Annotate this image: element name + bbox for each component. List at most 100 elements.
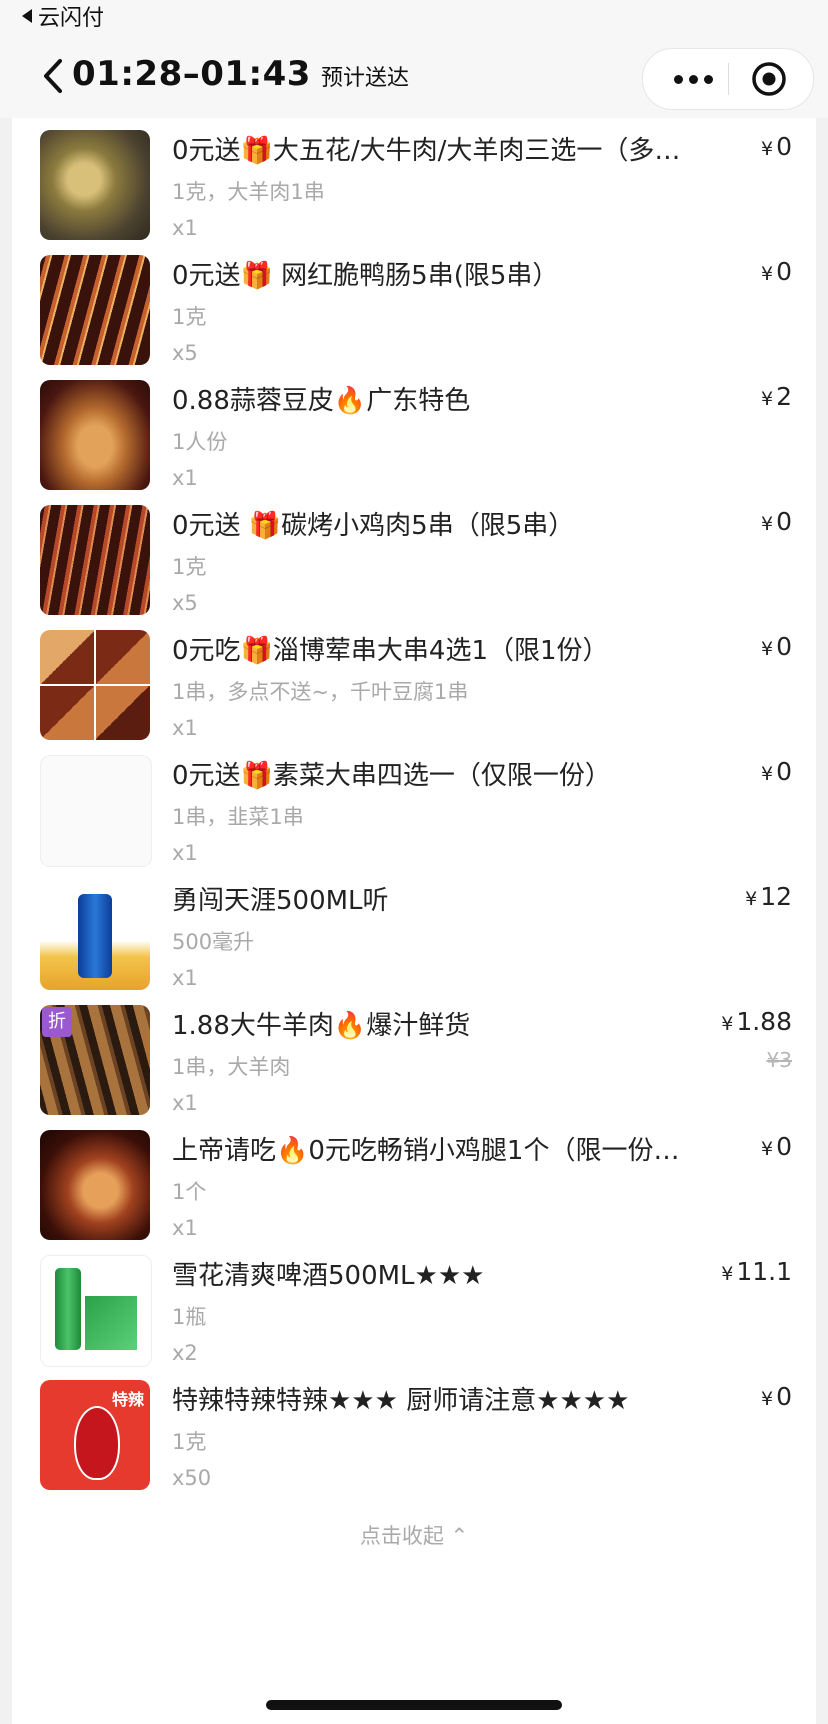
item-spec: 1人份 [172,430,228,454]
item-price: ¥0 [761,632,792,661]
item-spec: 500毫升 [172,930,255,954]
item-title: 特辣特辣特辣★★★ 厨师请注意★★★★ [172,1386,630,1416]
delivery-subtitle: 预计送达 [320,66,409,91]
yen-symbol: ¥ [721,1263,734,1285]
list-item: 0元送🎁素菜大串四选一（仅限一份） 1串，韭菜1串 x1 ¥0 [12,743,816,881]
item-quantity: x1 [172,1091,198,1115]
yen-symbol: ¥ [761,388,774,410]
item-title: 1.88大牛羊肉🔥爆汁鲜货 [172,1011,471,1041]
delivery-time-range: 01:28–01:43 [72,54,311,94]
beer-box-icon [85,1296,137,1350]
item-price: ¥11.1 [721,1257,792,1286]
item-spec: 1克 [172,305,207,329]
item-quantity: x1 [172,1216,198,1240]
more-icon[interactable] [665,68,721,90]
discount-badge: 折 [42,1007,72,1037]
item-quantity: x50 [172,1466,212,1490]
skewer-collage-image [40,630,150,740]
item-spec: 1克，大羊肉1串 [172,180,325,204]
chili-mascot-image: 特辣 [40,1380,150,1490]
close-target-icon[interactable] [751,61,787,97]
list-item: 0元送🎁 网红脆鸭肠5串(限5串） 1克 x5 ¥0 [12,243,816,381]
item-quantity: x5 [172,591,198,615]
item-quantity: x1 [172,466,198,490]
item-spec: 1串，韭菜1串 [172,805,304,829]
item-price-value: 2 [776,382,792,411]
collapse-button[interactable]: 点击收起 ⌃ [12,1520,816,1550]
blank-image [40,755,152,867]
yen-symbol: ¥ [761,1138,774,1160]
item-title: 勇闯天涯500ML听 [172,886,389,916]
item-price-value: 0 [776,632,792,661]
item-title: 雪花清爽啤酒500ML★★★ [172,1261,485,1291]
skewers-image [40,255,150,365]
chicken-leg-image [40,1130,150,1240]
item-price-value: 0 [776,132,792,161]
fried-meat-image [40,130,150,240]
list-item: 0元吃🎁淄博荤串大串4选1（限1份） 1串，多点不送~，千叶豆腐1串 x1 ¥0 [12,618,816,756]
yen-symbol: ¥ [761,263,774,285]
item-spec: 1串，大羊肉 [172,1055,291,1079]
item-price-value: 12 [760,882,792,911]
item-spec: 1瓶 [172,1305,207,1329]
status-bar: 云闪付 [0,0,828,32]
yen-symbol: ¥ [745,888,758,910]
item-price-value: 0 [776,257,792,286]
item-title: 0元吃🎁淄博荤串大串4选1（限1份） [172,636,609,666]
item-title: 0.88蒜蓉豆皮🔥广东特色 [172,386,471,416]
beer-bottle-icon [55,1268,81,1350]
item-price-value: 1.88 [736,1007,792,1036]
item-quantity: x1 [172,216,198,240]
item-price: ¥2 [761,382,792,411]
item-spec: 1个 [172,1180,207,1204]
yen-symbol: ¥ [721,1013,734,1035]
item-price: ¥1.88 [721,1007,792,1036]
item-quantity: x1 [172,841,198,865]
tofu-skin-image [40,380,150,490]
item-price: ¥0 [761,1132,792,1161]
item-title: 0元送🎁 网红脆鸭肠5串(限5串） [172,261,559,291]
original-price: ¥3 [766,1048,792,1072]
yen-symbol: ¥ [761,638,774,660]
item-title: 0元送🎁素菜大串四选一（仅限一份） [172,761,611,791]
item-price-value: 11.1 [736,1257,792,1286]
list-item: 0.88蒜蓉豆皮🔥广东特色 1人份 x1 ¥2 [12,368,816,506]
item-price-value: 0 [776,757,792,786]
item-title: 0元送 🎁碳烤小鸡肉5串（限5串） [172,511,575,541]
item-price: ¥12 [745,882,792,911]
back-app-label: 云闪付 [38,6,105,31]
list-item: 上帝请吃🔥0元吃畅销小鸡腿1个（限一份多… 1个 x1 ¥0 [12,1118,816,1256]
mini-program-capsule [642,48,814,110]
item-price: ¥0 [761,507,792,536]
yen-symbol: ¥ [761,138,774,160]
item-quantity: x5 [172,341,198,365]
item-spec: 1串，多点不送~，千叶豆腐1串 [172,680,469,704]
order-items-card: 0元送🎁大五花/大牛肉/大羊肉三选一（多… 1克，大羊肉1串 x1 ¥0 0元送… [12,118,816,1724]
item-price: ¥0 [761,132,792,161]
home-indicator [266,1700,562,1710]
list-item: 雪花清爽啤酒500ML★★★ 1瓶 x2 ¥11.1 [12,1243,816,1381]
list-item: 折 1.88大牛羊肉🔥爆汁鲜货 1串，大羊肉 x1 ¥1.88 ¥3 [12,993,816,1131]
chili-image-label: 特辣 [111,1390,144,1409]
lamb-skewers-image: 折 [40,1005,150,1115]
item-title: 0元送🎁大五花/大牛肉/大羊肉三选一（多… [172,136,681,166]
back-chevron-icon[interactable] [40,58,68,94]
list-item: 特辣 特辣特辣特辣★★★ 厨师请注意★★★★ 1克 x50 ¥0 [12,1368,816,1506]
list-item: 0元送 🎁碳烤小鸡肉5串（限5串） 1克 x5 ¥0 [12,493,816,631]
back-triangle-icon [22,9,32,23]
back-to-app-link[interactable]: 云闪付 [22,0,104,32]
item-price: ¥0 [761,1382,792,1411]
capsule-divider [728,63,729,95]
yen-symbol: ¥ [761,1388,774,1410]
item-quantity: x1 [172,966,198,990]
item-spec: 1克 [172,1430,207,1454]
yen-symbol: ¥ [761,513,774,535]
item-price: ¥0 [761,757,792,786]
chicken-skewers-image [40,505,150,615]
beer-can-icon [78,894,112,978]
item-quantity: x1 [172,716,198,740]
delivery-time: 01:28–01:43 预计送达 [72,54,409,94]
item-price-value: 0 [776,1132,792,1161]
snow-beer-image [40,1255,152,1367]
item-spec: 1克 [172,555,207,579]
